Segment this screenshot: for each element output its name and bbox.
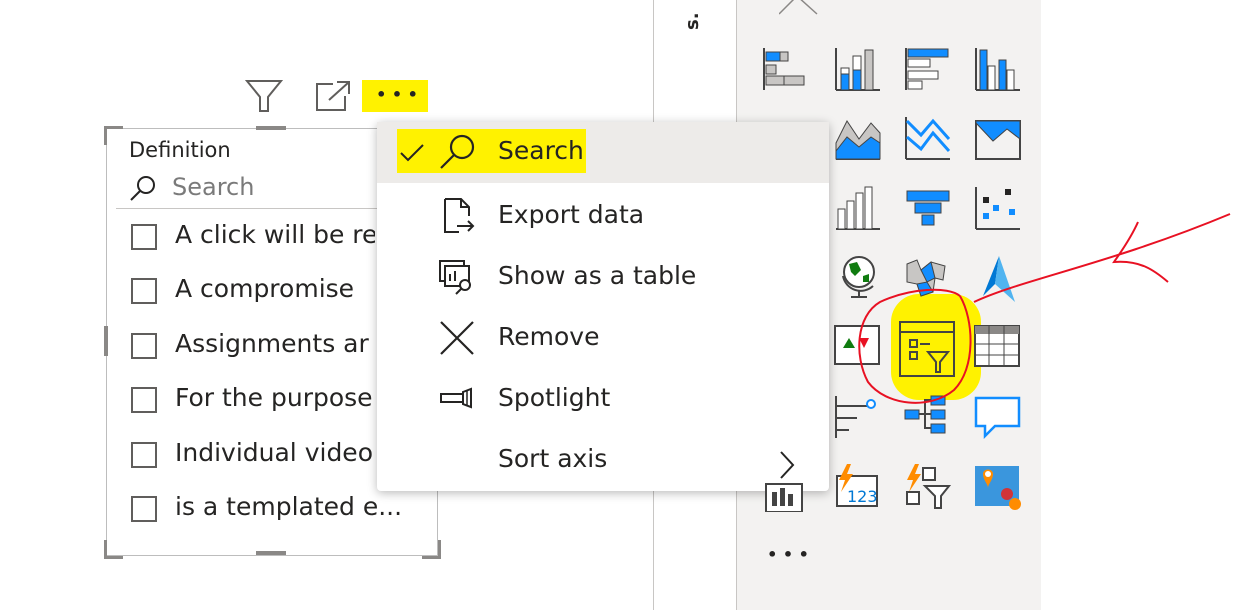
resize-corner[interactable] (422, 540, 441, 559)
filter-icon[interactable] (244, 78, 284, 114)
show-as-table-icon (439, 260, 471, 295)
slicer-item-label: For the purpose (175, 383, 373, 412)
slicer-item-label: is a templated e... (175, 492, 403, 521)
more-visuals-button[interactable]: • • • (760, 540, 816, 570)
search-icon (130, 176, 155, 201)
pane-notch (779, 0, 818, 15)
magnifier-icon (440, 134, 475, 169)
resize-handle[interactable] (104, 326, 108, 356)
checkmark-icon (400, 144, 424, 162)
area-chart-icon[interactable] (833, 113, 883, 163)
menu-item-export-data[interactable]: Export data (377, 186, 829, 247)
resize-handle[interactable] (256, 126, 286, 130)
clustered-column-chart-icon[interactable] (973, 44, 1023, 94)
checkbox[interactable] (131, 333, 157, 359)
close-icon (440, 321, 474, 355)
menu-item-label: Show as a table (498, 261, 697, 290)
line-chart-icon[interactable] (903, 113, 953, 163)
resize-handle[interactable] (256, 551, 286, 555)
checkbox[interactable] (131, 224, 157, 250)
stacked-column-chart-icon[interactable] (833, 44, 883, 94)
pane-title: s. (682, 12, 703, 30)
spotlight-icon (440, 387, 472, 409)
menu-item-remove[interactable]: Remove (377, 308, 829, 369)
resize-corner[interactable] (104, 540, 123, 559)
export-data-icon (444, 198, 475, 233)
focus-mode-icon[interactable] (313, 78, 353, 114)
checkbox[interactable] (131, 442, 157, 468)
svg-text:123: 123 (847, 487, 878, 506)
checkbox[interactable] (131, 387, 157, 413)
menu-item-label: Sort axis (498, 444, 608, 473)
red-annotation-arrow (858, 213, 1231, 404)
slicer-item-label: Individual video (175, 438, 373, 467)
menu-item-show-as-table[interactable]: Show as a table (377, 247, 829, 308)
more-options-button[interactable]: • • • (372, 80, 422, 110)
smart-narrative-icon[interactable]: 123 (833, 462, 883, 512)
context-menu: Search Export data Show as a table Remov… (377, 122, 829, 491)
checkbox[interactable] (131, 278, 157, 304)
menu-item-spotlight[interactable]: Spotlight (377, 369, 829, 430)
slicer-item-label: A click will be re (175, 220, 375, 249)
menu-item-label: Remove (498, 322, 600, 351)
smart-filter-icon[interactable] (903, 462, 953, 512)
clustered-bar-chart-icon[interactable] (903, 44, 953, 94)
stacked-bar-chart-icon[interactable] (760, 44, 810, 94)
slicer-search-input[interactable]: Search (172, 173, 254, 201)
arcgis-map-icon[interactable] (973, 462, 1023, 512)
slicer-item-label: Assignments ar (175, 329, 369, 358)
menu-item-search[interactable]: Search (377, 122, 829, 183)
slicer-title: Definition (129, 138, 231, 162)
menu-item-label: Spotlight (498, 383, 611, 412)
checkbox[interactable] (131, 496, 157, 522)
partial-chart-icon[interactable] (760, 462, 810, 512)
menu-item-label: Search (498, 136, 584, 165)
slicer-item[interactable]: is a templated e... (129, 492, 429, 528)
slicer-item-label: A compromise (175, 274, 355, 303)
resize-corner[interactable] (104, 126, 123, 145)
menu-item-label: Export data (498, 200, 645, 229)
ribbon-area-icon[interactable] (973, 113, 1023, 163)
